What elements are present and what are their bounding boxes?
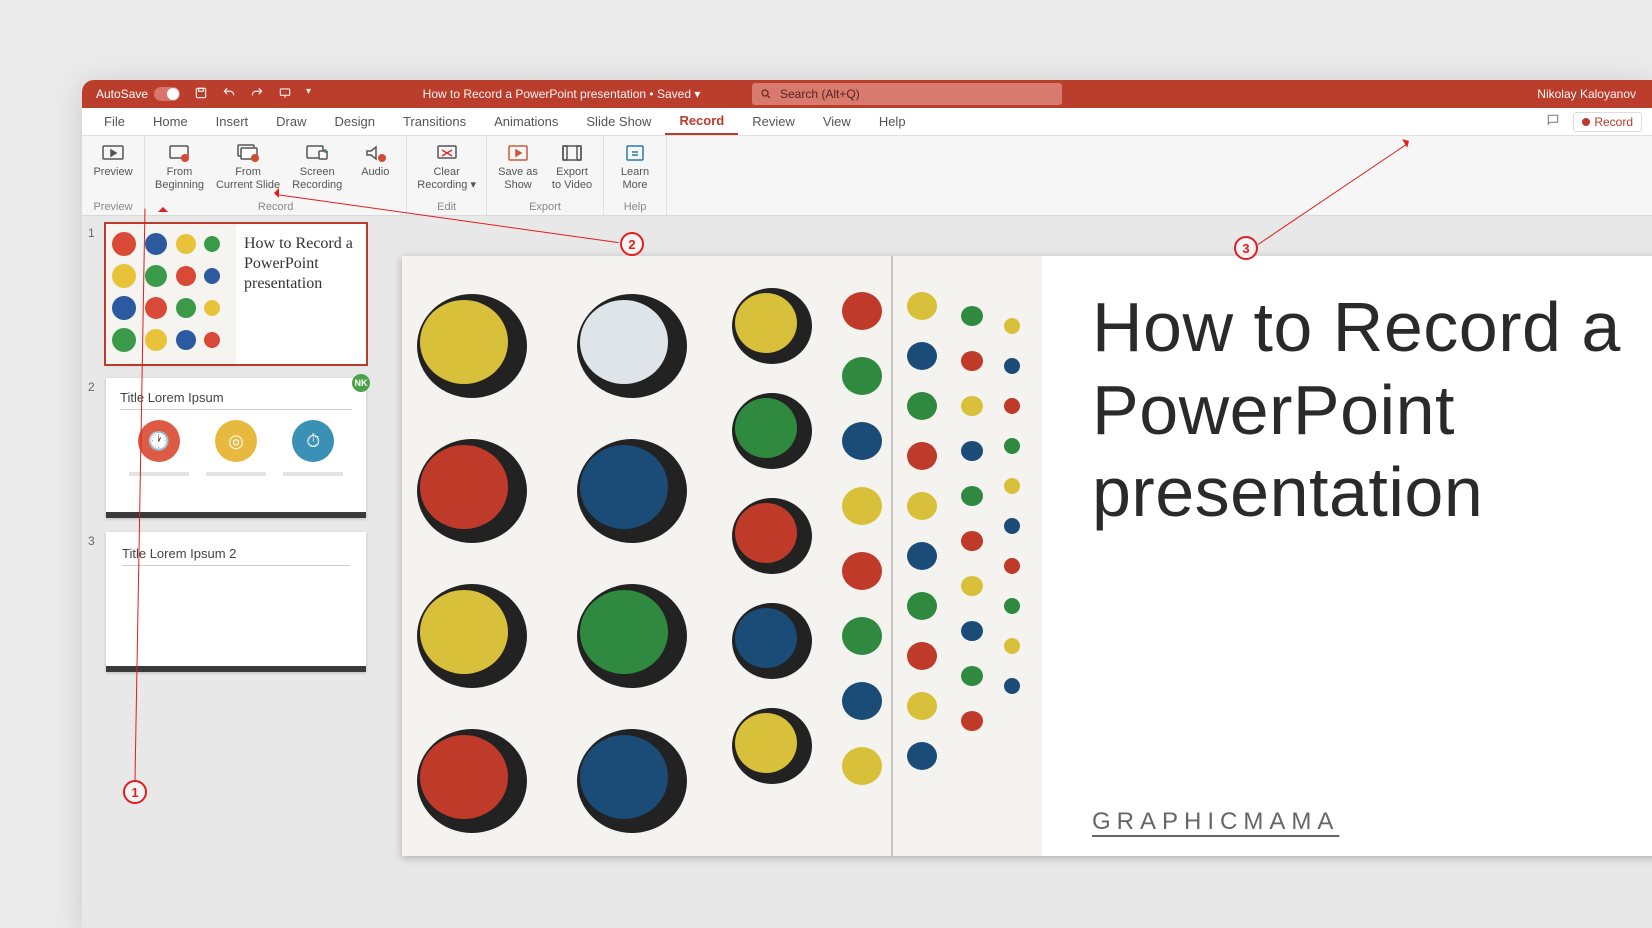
tab-animations[interactable]: Animations (480, 109, 572, 134)
thumbnail-icons: 🕐 ◎ ⏱ (120, 420, 352, 462)
undo-icon[interactable] (222, 86, 236, 103)
quick-access-toolbar: ▾ (194, 86, 311, 103)
toggle-switch-icon[interactable] (154, 87, 180, 101)
save-as-show-button[interactable]: Save as Show (493, 140, 543, 200)
group-export: Save as Show Export to Video Export (487, 136, 604, 215)
autosave-label: AutoSave (96, 87, 148, 101)
save-as-show-icon (505, 142, 531, 164)
group-preview: Preview Preview (82, 136, 145, 215)
thumbnail-number: 1 (88, 224, 100, 364)
thumbnail-row-1: 1 How to Record a Po (88, 224, 372, 364)
group-record: From Beginning From Current Slide Screen… (145, 136, 407, 215)
group-label-export: Export (493, 200, 597, 213)
audio-button[interactable]: Audio (350, 140, 400, 200)
thumbnail-row-2: 2 NK Title Lorem Ipsum 🕐 ◎ ⏱ (88, 378, 372, 518)
slide-canvas[interactable]: How to Record a PowerPoint presentation … (382, 216, 1652, 928)
record-button[interactable]: Record (1573, 112, 1642, 132)
annotation-2: 2 (620, 232, 644, 256)
learn-more-icon (622, 142, 648, 164)
clear-recording-icon (434, 142, 460, 164)
screen-recording-icon (304, 142, 330, 164)
thumbnail-row-3: 3 Title Lorem Ipsum 2 (88, 532, 372, 672)
preview-button[interactable]: Preview (88, 140, 138, 200)
from-beginning-button[interactable]: From Beginning (151, 140, 208, 200)
group-label-preview: Preview (88, 200, 138, 213)
search-placeholder: Search (Alt+Q) (780, 87, 860, 101)
group-label-edit: Edit (413, 200, 480, 213)
group-label-help: Help (610, 200, 660, 213)
screen-recording-button[interactable]: Screen Recording (288, 140, 346, 200)
thumbnail-title: Title Lorem Ipsum (120, 390, 352, 410)
search-icon (760, 88, 772, 100)
tab-view[interactable]: View (809, 109, 865, 134)
slide-1[interactable]: How to Record a PowerPoint presentation … (402, 256, 1652, 856)
user-name[interactable]: Nikolay Kaloyanov (1537, 87, 1636, 101)
ribbon: Preview Preview From Beginning From Curr… (82, 136, 1652, 216)
tab-design[interactable]: Design (321, 109, 389, 134)
slide-image (402, 256, 1042, 856)
redo-icon[interactable] (250, 86, 264, 103)
tab-transitions[interactable]: Transitions (389, 109, 480, 134)
tab-record[interactable]: Record (665, 108, 738, 135)
slide-footer[interactable]: GRAPHICMAMA (1092, 808, 1642, 836)
annotation-arrow-2 (269, 188, 279, 198)
thumbnail-number: 3 (88, 532, 100, 672)
group-help: Learn More Help (604, 136, 667, 215)
thumbnail-number: 2 (88, 378, 100, 518)
thumbnail-title: How to Record a PowerPoint presentation (236, 224, 366, 364)
holes-graphic-icon (402, 256, 1042, 856)
save-icon[interactable] (194, 86, 208, 103)
ribbon-tabs: File Home Insert Draw Design Transitions… (82, 108, 1652, 136)
tab-home[interactable]: Home (139, 109, 202, 134)
tab-slide-show[interactable]: Slide Show (572, 109, 665, 134)
tab-review[interactable]: Review (738, 109, 809, 134)
record-dot-icon (1582, 118, 1590, 126)
collaborator-badge: NK (352, 374, 370, 392)
group-edit: Clear Recording ▾ Edit (407, 136, 487, 215)
clock-icon: 🕐 (138, 420, 180, 462)
annotation-arrow-1 (158, 202, 168, 212)
autosave-toggle[interactable]: AutoSave (96, 87, 180, 101)
slide-title[interactable]: How to Record a PowerPoint presentation (1092, 286, 1642, 534)
thumbnail-slide-2[interactable]: NK Title Lorem Ipsum 🕐 ◎ ⏱ (106, 378, 366, 518)
export-to-video-icon (559, 142, 585, 164)
audio-icon (362, 142, 388, 164)
slide-text-area[interactable]: How to Record a PowerPoint presentation … (1042, 256, 1652, 856)
document-title[interactable]: How to Record a PowerPoint presentation … (423, 87, 701, 101)
tab-file[interactable]: File (90, 109, 139, 134)
export-to-video-button[interactable]: Export to Video (547, 140, 597, 200)
annotation-1: 1 (123, 780, 147, 804)
thumbnail-title: Title Lorem Ipsum 2 (122, 546, 350, 566)
search-box[interactable]: Search (Alt+Q) (752, 83, 1062, 105)
placeholder-lines (120, 472, 352, 476)
tab-help[interactable]: Help (865, 109, 920, 134)
annotation-3: 3 (1234, 236, 1258, 260)
thumbnail-slide-3[interactable]: Title Lorem Ipsum 2 (106, 532, 366, 672)
thumbnail-slide-1[interactable]: How to Record a PowerPoint presentation (106, 224, 366, 364)
more-icon[interactable]: ▾ (306, 86, 311, 103)
target-icon: ◎ (215, 420, 257, 462)
tab-draw[interactable]: Draw (262, 109, 320, 134)
holes-graphic-icon (106, 224, 236, 364)
from-beginning-icon (166, 142, 192, 164)
record-button-label: Record (1594, 115, 1633, 129)
present-icon[interactable] (278, 86, 292, 103)
work-area: 1 How to Record a Po (82, 216, 1652, 928)
comments-icon[interactable] (1545, 113, 1561, 130)
powerpoint-window: AutoSave ▾ How to Record a PowerPoint pr… (82, 80, 1652, 928)
slide-thumbnail-panel[interactable]: 1 How to Record a Po (82, 216, 382, 928)
from-current-icon (235, 142, 261, 164)
title-bar: AutoSave ▾ How to Record a PowerPoint pr… (82, 80, 1652, 108)
timer-icon: ⏱ (292, 420, 334, 462)
learn-more-button[interactable]: Learn More (610, 140, 660, 200)
clear-recording-button[interactable]: Clear Recording ▾ (413, 140, 480, 200)
thumbnail-image (106, 224, 236, 364)
preview-icon (100, 142, 126, 164)
tab-insert[interactable]: Insert (202, 109, 263, 134)
